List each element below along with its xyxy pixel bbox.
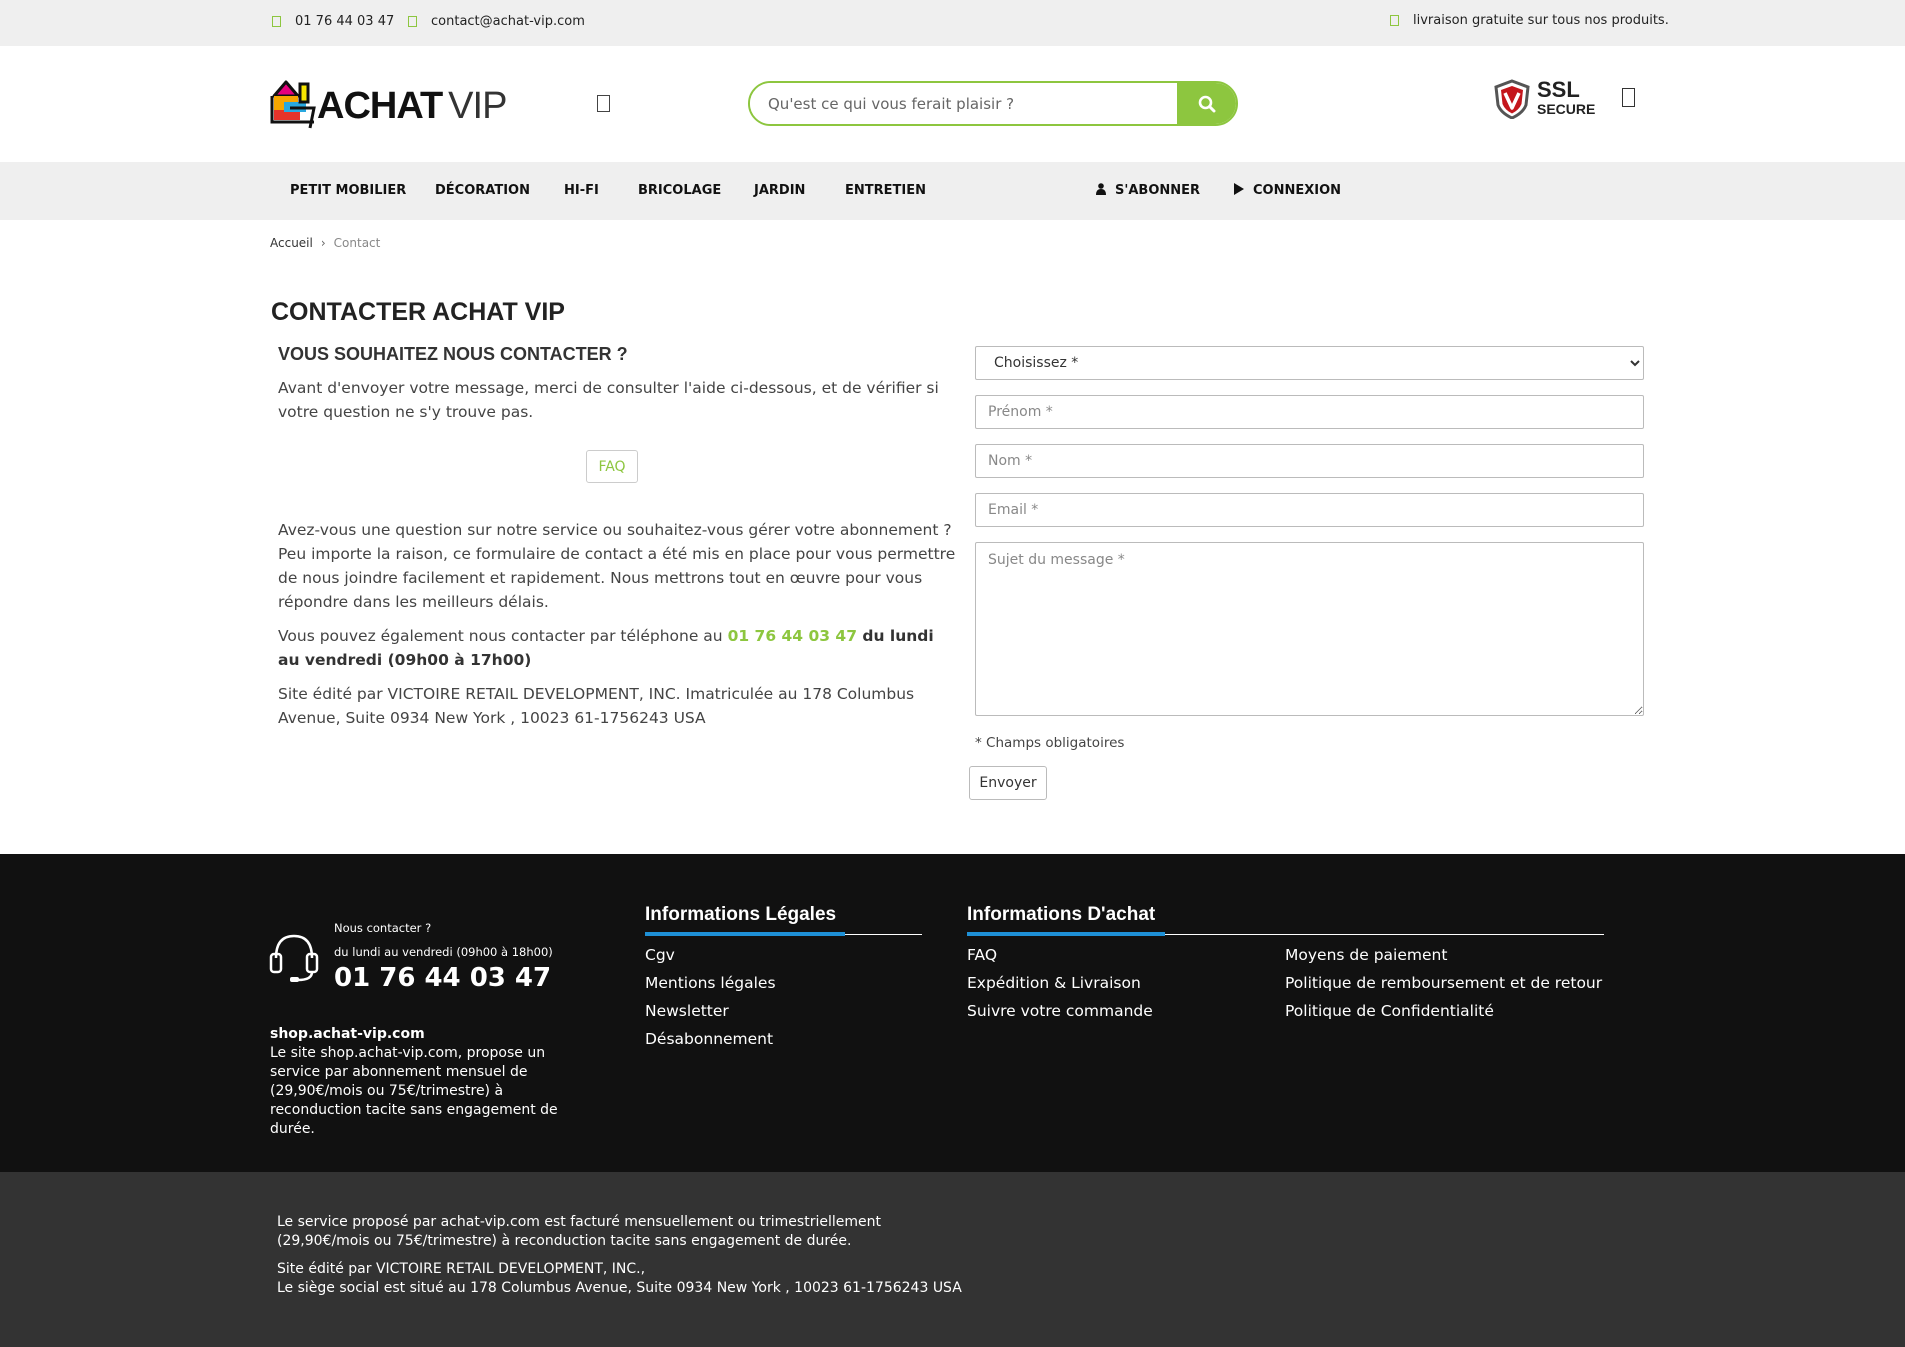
logo-text: ACHAT VIP (317, 85, 507, 128)
search-icon (1198, 95, 1215, 112)
login-link[interactable]: CONNEXION (1234, 183, 1341, 198)
play-icon (1234, 183, 1244, 195)
ssl-shield-icon (1494, 79, 1530, 120)
nav-item-entretien[interactable]: ENTRETIEN (845, 183, 926, 198)
ssl-badge: SSL SECURE (1493, 79, 1595, 121)
footer: Nous contacter ? du lundi au vendredi (0… (0, 854, 1905, 1172)
top-bar: 01 76 44 03 47 contact@achat-vip.com liv… (0, 0, 1905, 46)
nav-item-petit-mobilier[interactable]: PETIT MOBILIER (290, 183, 406, 198)
subscribe-link[interactable]: S'ABONNER (1096, 183, 1200, 198)
send-button[interactable]: Envoyer (969, 766, 1047, 800)
cart-icon[interactable] (1622, 88, 1635, 107)
footer-link-privacy[interactable]: Politique de Confidentialité (1285, 1002, 1494, 1020)
footer-link-faq[interactable]: FAQ (967, 946, 997, 964)
firstname-field[interactable] (975, 395, 1644, 429)
editor-text: Site édité par VICTOIRE RETAIL DEVELOPME… (278, 685, 915, 727)
phone-text: Vous pouvez également nous contacter par… (278, 624, 960, 672)
required-note: * Champs obligatoires (975, 735, 1125, 751)
footer-link-unsubscribe[interactable]: Désabonnement (645, 1030, 773, 1048)
footer-site-desc: Le site shop.achat-vip.com, propose un s… (270, 1045, 558, 1137)
footer-link-refund[interactable]: Politique de remboursement et de retour (1285, 974, 1602, 992)
footer-purchase-title: Informations D'achat (967, 904, 1156, 925)
bottom-bar: Le service proposé par achat-vip.com est… (0, 1172, 1905, 1347)
truck-icon (1390, 15, 1399, 26)
ssl-big-text: SSL (1537, 77, 1580, 102)
topbar-phone[interactable]: 01 76 44 03 47 (272, 14, 394, 29)
footer-site-name: shop.achat-vip.com (270, 1026, 425, 1042)
logo-house-icon (270, 80, 316, 129)
topbar-email-text: contact@achat-vip.com (431, 14, 585, 29)
footer-link-newsletter[interactable]: Newsletter (645, 1002, 729, 1020)
intro-text: Avant d'envoyer votre message, merci de … (278, 379, 939, 421)
bottom-address-text: Le siège social est situé au 178 Columbu… (277, 1280, 962, 1296)
breadcrumb: Accueil › Contact (270, 236, 380, 250)
topbar-shipping: livraison gratuite sur tous nos produits… (1390, 13, 1669, 28)
nav-item-hifi[interactable]: HI-FI (564, 183, 599, 198)
footer-link-mentions[interactable]: Mentions légales (645, 974, 776, 992)
site-logo[interactable]: ACHAT VIP (270, 78, 507, 132)
bottom-editor-text: Site édité par VICTOIRE RETAIL DEVELOPME… (277, 1261, 646, 1277)
breadcrumb-separator: › (320, 236, 326, 250)
subject-select[interactable]: Choisissez * (975, 346, 1644, 380)
main-nav: PETIT MOBILIER DÉCORATION HI-FI BRICOLAG… (0, 162, 1905, 220)
message-field[interactable] (975, 542, 1644, 716)
footer-link-shipping[interactable]: Expédition & Livraison (967, 974, 1141, 992)
footer-link-track-order[interactable]: Suivre votre commande (967, 1002, 1153, 1020)
email-field[interactable] (975, 493, 1644, 527)
footer-purchase-accent (967, 932, 1165, 936)
bottom-billing-text: Le service proposé par achat-vip.com est… (277, 1214, 881, 1249)
body-text: Avez-vous une question sur notre service… (278, 521, 956, 611)
nav-item-decoration[interactable]: DÉCORATION (435, 183, 530, 198)
user-icon (1096, 183, 1106, 195)
footer-contact-label: Nous contacter ? (334, 921, 432, 935)
mail-icon (408, 16, 417, 27)
logo-main-text: ACHAT (317, 85, 443, 127)
nav-item-jardin[interactable]: JARDIN (754, 183, 805, 198)
subscribe-label: S'ABONNER (1115, 183, 1201, 198)
footer-contact-hours: du lundi au vendredi (09h00 à 18h00) (334, 945, 553, 959)
breadcrumb-home[interactable]: Accueil (270, 236, 313, 250)
search-input[interactable] (750, 83, 1177, 124)
phone-icon (272, 16, 281, 27)
headset-icon (269, 934, 319, 982)
login-label: CONNEXION (1253, 183, 1342, 198)
phone-prefix: Vous pouvez également nous contacter par… (278, 627, 728, 645)
search-bar (748, 81, 1238, 126)
topbar-email[interactable]: contact@achat-vip.com (408, 14, 585, 29)
footer-link-payment[interactable]: Moyens de paiement (1285, 946, 1447, 964)
page-title: CONTACTER ACHAT VIP (271, 298, 565, 326)
topbar-phone-text: 01 76 44 03 47 (295, 14, 395, 29)
menu-icon[interactable] (597, 95, 610, 112)
logo-vip-text: VIP (448, 85, 507, 127)
faq-button[interactable]: FAQ (586, 450, 638, 483)
ssl-small-text: SECURE (1537, 101, 1596, 117)
topbar-shipping-text: livraison gratuite sur tous nos produits… (1413, 13, 1669, 28)
footer-legal-accent (645, 932, 845, 936)
lastname-field[interactable] (975, 444, 1644, 478)
nav-item-bricolage[interactable]: BRICOLAGE (638, 183, 721, 198)
footer-contact-phone[interactable]: 01 76 44 03 47 (334, 963, 551, 993)
ssl-text: SSL SECURE (1537, 77, 1596, 117)
search-button[interactable] (1177, 83, 1236, 124)
breadcrumb-current: Contact (333, 236, 381, 250)
footer-link-cgv[interactable]: Cgv (645, 946, 675, 964)
footer-legal-title: Informations Légales (645, 904, 837, 925)
contact-subtitle: VOUS SOUHAITEZ NOUS CONTACTER ? (278, 344, 628, 364)
header: ACHATVIP SSL SECURE (0, 46, 1905, 162)
phone-link[interactable]: 01 76 44 03 47 (728, 627, 857, 645)
